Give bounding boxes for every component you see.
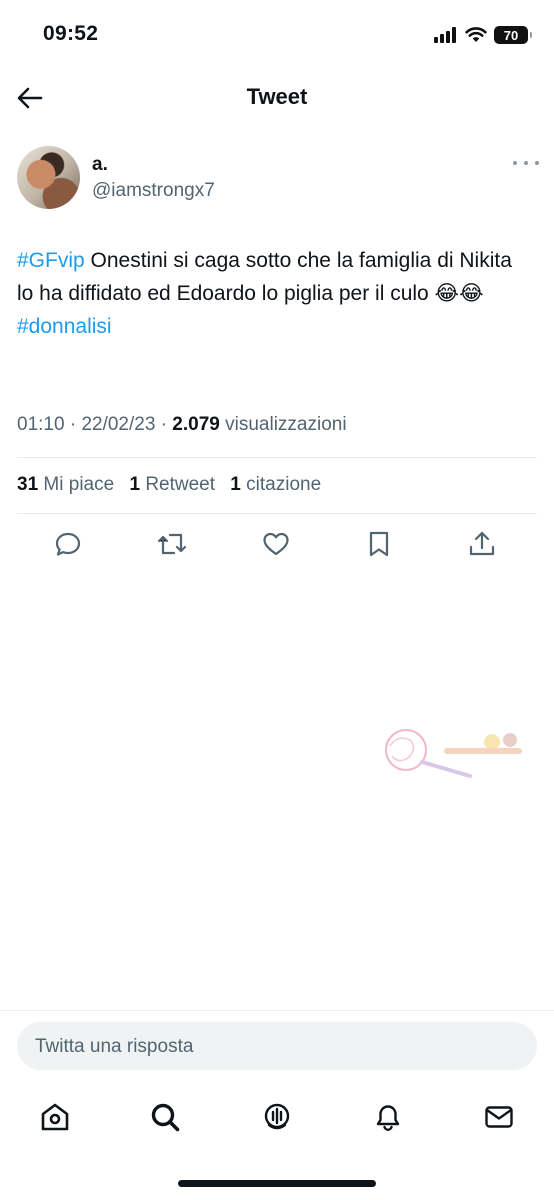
reply-button[interactable] (53, 529, 83, 559)
tab-notifications[interactable] (371, 1100, 405, 1134)
wifi-icon (465, 27, 487, 42)
notifications-icon (376, 1105, 400, 1131)
watermark-logo (385, 729, 522, 778)
retweets-count: 1 (129, 474, 141, 495)
nav-header: Tweet (0, 70, 554, 128)
quotes-stat[interactable]: 1 citazione (230, 474, 321, 495)
tweet-author: a. @iamstrongx7 (17, 146, 539, 212)
tweet-stats: 31 Mi piace 1 Retweet 1 citazione (17, 474, 321, 496)
bookmark-button[interactable] (364, 529, 394, 559)
bookmark-icon (369, 531, 389, 557)
avatar[interactable] (17, 146, 80, 209)
like-button[interactable] (261, 529, 291, 559)
tweet-meta: 01:10 · 22/02/23 · 2.079 visualizzazioni (17, 414, 347, 436)
meta-separator: · (155, 414, 173, 435)
cellular-signal-icon (434, 27, 456, 43)
views-count: 2.079 (172, 414, 220, 435)
page-title: Tweet (246, 84, 308, 109)
status-icons: 70 (434, 24, 532, 46)
tab-home[interactable] (38, 1100, 72, 1134)
retweets-stat[interactable]: 1 Retweet (129, 474, 215, 495)
reply-divider (0, 1010, 554, 1011)
divider (17, 513, 537, 514)
share-icon (469, 531, 495, 556)
hashtag-link[interactable]: #donnalisi (17, 315, 112, 338)
share-button[interactable] (467, 529, 497, 559)
tab-spaces[interactable] (260, 1100, 294, 1134)
likes-stat[interactable]: 31 Mi piace (17, 474, 114, 495)
retweet-button[interactable] (157, 529, 187, 559)
author-display-name[interactable]: a. (92, 154, 108, 176)
tweet-body: Onestini si caga sotto che la famiglia d… (17, 249, 512, 305)
reply-input[interactable]: Twitta una risposta (17, 1022, 537, 1070)
status-time: 09:52 (43, 22, 99, 45)
more-options-button[interactable] (513, 156, 539, 170)
tab-search[interactable] (148, 1100, 182, 1134)
quotes-label: citazione (246, 474, 322, 495)
battery-level: 70 (503, 27, 519, 43)
more-dot-icon (513, 161, 517, 165)
tab-bar (0, 1092, 554, 1142)
hashtag-link[interactable]: #GFvip (17, 249, 85, 272)
author-handle[interactable]: @iamstrongx7 (92, 180, 215, 202)
meta-separator: · (64, 414, 82, 435)
search-icon (151, 1103, 180, 1132)
home-indicator (178, 1180, 376, 1187)
tweet-text: #GFvip Onestini si caga sotto che la fam… (17, 244, 532, 343)
tweet-time: 01:10 (17, 414, 65, 435)
views-label: visualizzazioni (219, 414, 347, 435)
likes-label: Mi piace (43, 474, 115, 495)
reply-icon (55, 532, 81, 556)
tab-messages[interactable] (482, 1100, 516, 1134)
tweet-date: 22/02/23 (81, 414, 156, 435)
retweet-icon (157, 533, 187, 555)
battery-icon: 70 (494, 26, 532, 44)
retweets-label: Retweet (145, 474, 216, 495)
home-icon (41, 1103, 69, 1131)
status-bar: 09:52 70 (0, 0, 554, 70)
more-dot-icon (524, 161, 528, 165)
quotes-count: 1 (230, 474, 241, 495)
reply-placeholder: Twitta una risposta (35, 1036, 194, 1057)
likes-count: 31 (17, 474, 39, 495)
like-icon (263, 532, 289, 556)
messages-icon (485, 1106, 513, 1128)
more-dot-icon (535, 161, 539, 165)
spaces-icon (264, 1103, 290, 1130)
divider (17, 457, 537, 458)
tweet-actions (0, 525, 554, 565)
